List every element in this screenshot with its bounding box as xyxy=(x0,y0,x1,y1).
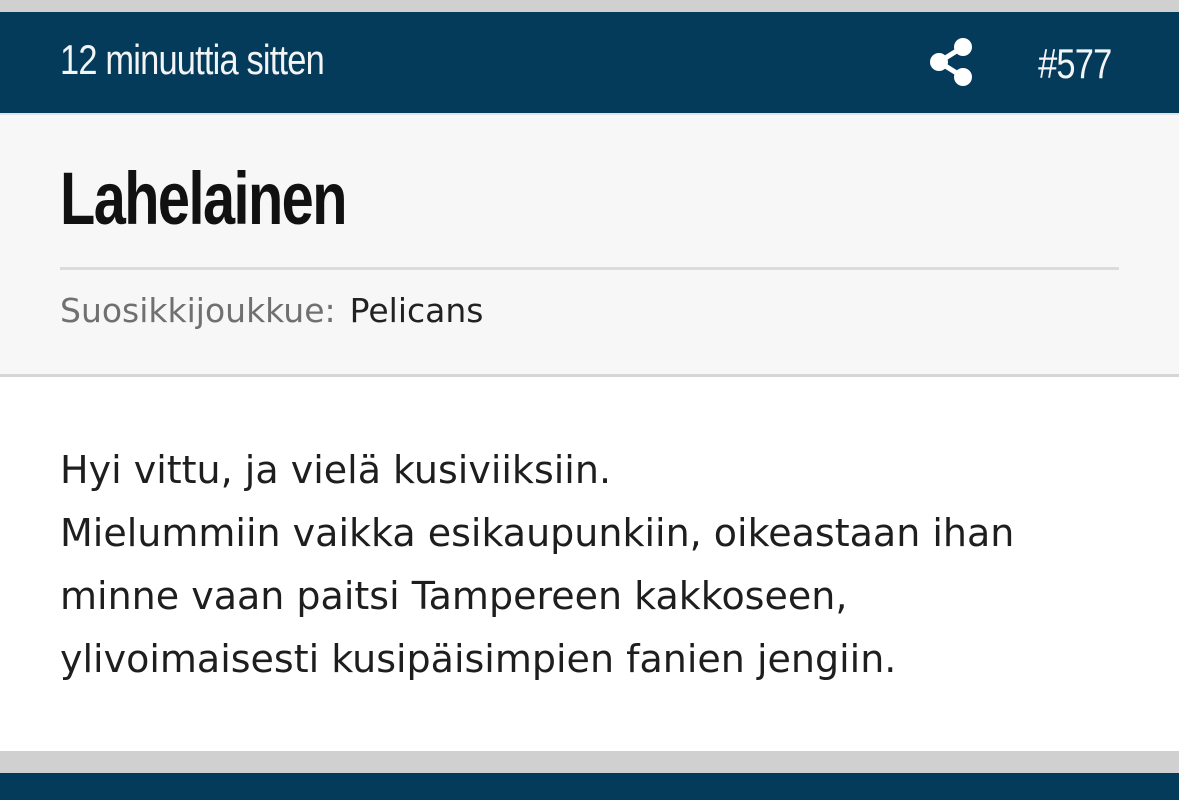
share-button[interactable] xyxy=(926,36,976,88)
next-post-header xyxy=(0,773,1179,800)
author-panel: Lahelainen Suosikkijoukkue: Pelicans xyxy=(0,113,1179,377)
separator-strip xyxy=(0,751,1179,773)
message-line: ylivoimaisesti kusipäisimpien fanien jen… xyxy=(60,637,897,681)
post-body: Hyi vittu, ja vielä kusiviiksiin. Mielum… xyxy=(0,377,1179,751)
post-message: Hyi vittu, ja vielä kusiviiksiin. Mielum… xyxy=(60,439,1140,691)
favorite-team-label: Suosikkijoukkue: xyxy=(60,291,336,330)
share-icon xyxy=(930,38,972,86)
message-line: Mielummiin vaikka esikaupunkiin, oikeast… xyxy=(60,511,1015,555)
favorite-team-value: Pelicans xyxy=(349,291,484,330)
divider xyxy=(60,267,1119,270)
author-name: Lahelainen xyxy=(60,157,347,240)
post-timestamp: 12 minuuttia sitten xyxy=(60,36,325,83)
top-strip xyxy=(0,0,1179,12)
post-number[interactable]: #577 xyxy=(1038,12,1112,116)
message-line: Hyi vittu, ja vielä kusiviiksiin. xyxy=(60,448,612,492)
post-header: 12 minuuttia sitten #577 xyxy=(0,12,1179,113)
message-line: minne vaan paitsi Tampereen kakkoseen, xyxy=(60,574,848,618)
favorite-team-row: Suosikkijoukkue: Pelicans xyxy=(60,289,483,333)
